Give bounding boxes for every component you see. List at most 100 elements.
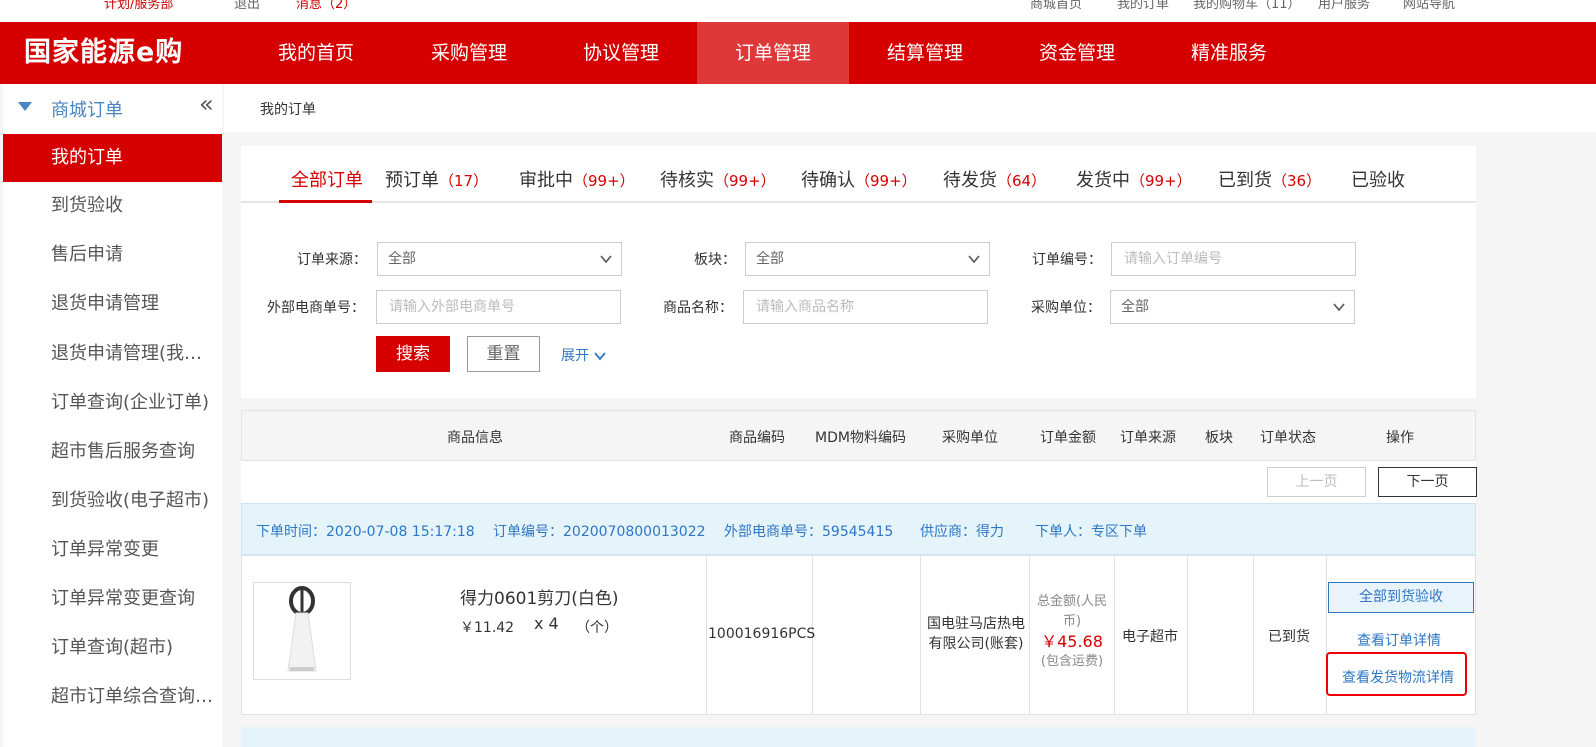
breadcrumb: 我的订单 — [224, 84, 1596, 132]
breadcrumb-current: 我的订单 — [260, 102, 316, 118]
nav-orders[interactable]: 订单管理 — [697, 22, 849, 84]
nav-agreement[interactable]: 协议管理 — [545, 22, 697, 84]
sidebar-header[interactable]: 商城订单 « — [3, 84, 222, 132]
col-product-code: 商品编码 — [729, 430, 785, 446]
order-info-bar: 下单时间：2020-07-08 15:17:18 订单编号：2020070800… — [241, 503, 1476, 555]
nav-funds[interactable]: 资金管理 — [1001, 22, 1153, 84]
reset-button[interactable]: 重置 — [467, 336, 540, 372]
chevron-down-icon — [594, 352, 606, 361]
tab-to-confirm[interactable]: 待确认（99+） — [801, 166, 917, 192]
tabs-divider — [241, 201, 1476, 203]
buyer-unit: 国电驻马店热电有限公司(账套) — [927, 616, 1025, 652]
col-buyer-unit: 采购单位 — [942, 430, 998, 446]
external-no-label: 外部电商单号： — [267, 300, 365, 316]
external-no-field[interactable] — [387, 298, 601, 316]
sidebar-item-my-orders[interactable]: 我的订单 — [3, 134, 222, 182]
sidebar-item-after-sale[interactable]: 售后申请 — [3, 231, 222, 279]
collapse-sidebar-icon[interactable]: « — [199, 90, 214, 118]
sidebar-item-order-exception-query[interactable]: 订单异常变更查询 — [3, 575, 222, 623]
segment-select[interactable]: 全部 — [745, 242, 990, 276]
sidebar-item-arrival-ecommerce[interactable]: 到货验收(电子超市) — [3, 477, 222, 525]
order-time: 下单时间：2020-07-08 15:17:18 — [256, 524, 475, 540]
col-order-status: 订单状态 — [1260, 430, 1316, 446]
pager: 上一页 下一页 — [241, 461, 1477, 503]
nav-precise-service[interactable]: 精准服务 — [1153, 22, 1305, 84]
top-link-mall-home[interactable]: 商城首页 — [1030, 0, 1082, 12]
product-quantity: x 4 — [534, 614, 559, 633]
orders-table-header: 商品信息 商品编码 MDM物料编码 采购单位 订单金额 订单来源 板块 订单状态… — [241, 410, 1476, 461]
tab-approving[interactable]: 审批中（99+） — [519, 166, 635, 192]
active-tab-indicator — [279, 200, 372, 203]
col-segment: 板块 — [1205, 430, 1233, 446]
next-page-button[interactable]: 下一页 — [1378, 467, 1477, 497]
tab-arrived[interactable]: 已到货（36） — [1218, 166, 1321, 192]
top-link-dept[interactable]: 计划/服务部 — [104, 0, 173, 12]
order-source-select[interactable]: 全部 — [377, 242, 622, 276]
prev-page-button[interactable]: 上一页 — [1267, 467, 1366, 497]
site-logo[interactable]: 国家能源e购 — [24, 34, 183, 72]
highlight-box — [1326, 652, 1467, 696]
col-actions: 操作 — [1386, 430, 1414, 446]
top-link-user-service[interactable]: 用户服务 — [1318, 0, 1370, 12]
tab-to-ship[interactable]: 待发货（64） — [943, 166, 1046, 192]
sidebar: 商城订单 « 我的订单 到货验收 售后申请 退货申请管理 退货申请管理(我的… … — [3, 84, 222, 747]
sidebar-item-order-query-market[interactable]: 订单查询(超市) — [3, 624, 222, 672]
nav-settlement[interactable]: 结算管理 — [849, 22, 1001, 84]
sidebar-item-return-manage-mine[interactable]: 退货申请管理(我的… — [3, 330, 222, 378]
sidebar-item-market-order-query[interactable]: 超市订单综合查询(… — [3, 673, 222, 721]
table-row: 得力0601剪刀(白色) ￥11.42 x 4 （个） 100016916PCS… — [241, 555, 1476, 715]
segment-label: 板块： — [694, 252, 736, 268]
expand-triangle-icon — [18, 102, 32, 111]
sidebar-item-arrival-acceptance[interactable]: 到货验收 — [3, 182, 222, 230]
product-price: ￥11.42 — [460, 620, 515, 636]
top-link-cart[interactable]: 我的购物车（11） — [1193, 0, 1301, 12]
tab-pre-orders[interactable]: 预订单（17） — [385, 166, 488, 192]
product-name-input[interactable] — [743, 290, 988, 324]
buyer-unit-select[interactable]: 全部 — [1110, 290, 1355, 324]
col-order-source: 订单来源 — [1120, 430, 1176, 446]
product-name[interactable]: 得力0601剪刀(白色) — [460, 584, 619, 609]
order-no-label: 订单编号： — [1032, 252, 1102, 268]
order-placer: 下单人：专区下单 — [1035, 524, 1147, 540]
tab-accepted[interactable]: 已验收 — [1351, 166, 1405, 192]
nav-home[interactable]: 我的首页 — [240, 22, 392, 84]
tab-all-orders[interactable]: 全部订单 — [291, 166, 363, 192]
external-order-number: 外部电商单号：59545415 — [724, 524, 894, 540]
chevron-down-icon — [600, 255, 612, 264]
order-number: 订单编号：2020070800013022 — [493, 524, 706, 540]
product-code: 100016916PCS — [708, 626, 816, 642]
search-button[interactable]: 搜索 — [376, 336, 450, 372]
nav-procurement[interactable]: 采购管理 — [393, 22, 545, 84]
top-link-logout[interactable]: 退出 — [234, 0, 260, 12]
top-link-messages[interactable]: 消息（2） — [296, 0, 356, 12]
chevron-down-icon — [1333, 303, 1345, 312]
next-order-bar — [241, 727, 1476, 747]
product-unit: （个） — [576, 620, 618, 636]
accept-all-button[interactable]: 全部到货验收 — [1328, 582, 1474, 613]
tab-shipping[interactable]: 发货中（99+） — [1076, 166, 1192, 192]
external-no-input[interactable] — [376, 290, 621, 324]
view-order-detail-link[interactable]: 查看订单详情 — [1357, 630, 1441, 650]
top-link-my-orders[interactable]: 我的订单 — [1117, 0, 1169, 12]
order-source: 电子超市 — [1122, 629, 1178, 645]
scissors-product-image — [287, 586, 317, 672]
order-status: 已到货 — [1268, 629, 1310, 645]
product-name-field[interactable] — [754, 298, 968, 316]
order-no-input[interactable] — [1111, 242, 1356, 276]
sidebar-title: 商城订单 — [51, 100, 123, 121]
sidebar-item-return-manage[interactable]: 退货申请管理 — [3, 280, 222, 328]
tab-to-verify[interactable]: 待核实（99+） — [660, 166, 776, 192]
top-link-site-nav[interactable]: 网站导航 — [1403, 0, 1455, 12]
col-order-amount: 订单金额 — [1040, 430, 1096, 446]
sidebar-item-order-exception[interactable]: 订单异常变更 — [3, 526, 222, 574]
sidebar-item-order-query-enterprise[interactable]: 订单查询(企业订单) — [3, 379, 222, 427]
product-name-label: 商品名称： — [663, 300, 733, 316]
chevron-down-icon — [968, 255, 980, 264]
order-total: 总金额(人民币) ￥45.68 (包含运费) — [1036, 594, 1108, 669]
expand-filters-link[interactable]: 展开 — [561, 345, 607, 365]
order-no-field[interactable] — [1122, 250, 1336, 268]
buyer-unit-label: 采购单位： — [1031, 300, 1101, 316]
main-header: 国家能源e购 我的首页 采购管理 协议管理 订单管理 结算管理 资金管理 精准服… — [0, 22, 1596, 84]
product-thumbnail[interactable] — [253, 582, 351, 680]
sidebar-item-market-after-sale[interactable]: 超市售后服务查询 — [3, 428, 222, 476]
